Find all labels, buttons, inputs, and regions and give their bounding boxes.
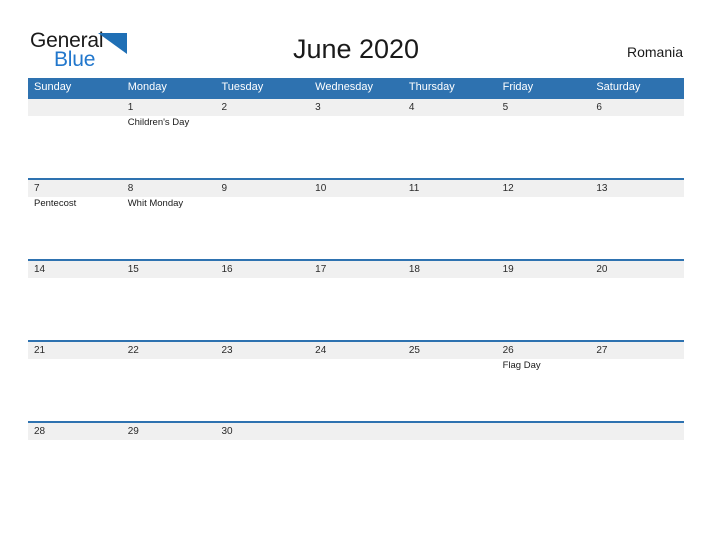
day-number: 24 [315,345,327,356]
day-cell[interactable]: 4 [403,99,497,178]
day-number: 4 [408,102,415,113]
day-cell[interactable]: 16 [215,261,309,340]
weekday-friday: Friday [502,81,534,93]
day-event: Whit Monday [127,198,184,209]
day-cell[interactable]: 26 Flag Day [497,342,591,421]
day-cell[interactable]: 6 [590,99,684,178]
day-number: 19 [502,264,514,275]
weekday-tuesday: Tuesday [221,81,264,93]
day-number: 18 [408,264,420,275]
day-number: 3 [315,102,321,113]
day-cell[interactable]: 5 [497,99,591,178]
weekday-header-row: Sunday Monday Tuesday Wednesday Thursday… [28,78,684,97]
day-cell[interactable]: 22 [122,342,216,421]
day-cell[interactable]: 1 Children's Day [122,99,216,178]
day-number: 30 [221,426,233,437]
day-number: 8 [127,183,134,194]
day-number: 20 [596,264,608,275]
day-number: 14 [34,264,46,275]
day-cell[interactable]: 2 [215,99,309,178]
weekday-monday: Monday [127,81,167,93]
weekday-sunday: Sunday [34,81,72,93]
day-number: 12 [502,183,514,194]
day-event: Flag Day [502,360,541,371]
day-cell[interactable]: 11 [403,180,497,259]
week-row: 7 Pentecost 8 Whit Monday 9 10 11 12 13 [28,178,684,259]
day-number: 25 [408,345,420,356]
day-cell[interactable]: 30 [215,423,309,443]
day-cell[interactable]: 14 [28,261,122,340]
day-cell[interactable] [309,423,403,443]
day-cell[interactable]: 18 [403,261,497,340]
day-cell[interactable]: 28 [28,423,122,443]
calendar-grid: Sunday Monday Tuesday Wednesday Thursday… [28,78,684,443]
day-cell[interactable]: 7 Pentecost [28,180,122,259]
day-cell[interactable]: 12 [497,180,591,259]
day-number: 11 [408,183,420,194]
day-cell[interactable]: 29 [122,423,216,443]
weekday-thursday: Thursday [408,81,455,93]
day-number: 10 [315,183,327,194]
day-number: 2 [221,102,227,113]
day-cell[interactable] [403,423,497,443]
day-cell[interactable]: 20 [590,261,684,340]
day-number: 1 [127,102,134,113]
day-cell[interactable] [590,423,684,443]
weekday-saturday: Saturday [596,81,641,93]
day-number: 23 [221,345,233,356]
page-header: General Blue June 2020 Romania [0,0,712,78]
day-cell[interactable]: 3 [309,99,403,178]
day-number: 28 [34,426,46,437]
day-cell[interactable]: 25 [403,342,497,421]
day-cell[interactable]: 17 [309,261,403,340]
day-number: 29 [127,426,139,437]
day-cell[interactable] [28,99,122,178]
day-number: 15 [127,264,139,275]
calendar-page: General Blue June 2020 Romania Sunday Mo… [0,0,712,550]
day-event: Children's Day [127,117,190,128]
day-cell[interactable] [497,423,591,443]
week-row: 1 Children's Day 2 3 4 5 6 [28,97,684,178]
week-row: 14 15 16 17 18 19 20 [28,259,684,340]
day-number: 6 [596,102,602,113]
day-cell[interactable]: 21 [28,342,122,421]
day-number: 5 [502,102,509,113]
day-cell[interactable]: 10 [309,180,403,259]
day-number: 26 [502,345,514,356]
day-number: 16 [221,264,233,275]
day-number: 27 [596,345,608,356]
day-number: 21 [34,345,46,356]
day-cell[interactable]: 23 [215,342,309,421]
day-cell[interactable]: 27 [590,342,684,421]
day-number: 22 [127,345,139,356]
day-cell[interactable]: 13 [590,180,684,259]
day-cell[interactable]: 9 [215,180,309,259]
day-cell[interactable]: 15 [122,261,216,340]
page-title: June 2020 [292,34,420,64]
day-event: Pentecost [34,198,77,209]
day-number: 9 [221,183,227,194]
day-number: 17 [315,264,327,275]
week-row: 21 22 23 24 25 26 Flag Day 27 [28,340,684,421]
country-label: Romania [626,44,683,60]
day-cell[interactable]: 8 Whit Monday [122,180,216,259]
day-number: 13 [596,183,608,194]
week-row: 28 29 30 [28,421,684,443]
day-cell[interactable]: 19 [497,261,591,340]
day-number: 7 [34,183,40,194]
day-cell[interactable]: 24 [309,342,403,421]
weekday-wednesday: Wednesday [315,81,374,93]
